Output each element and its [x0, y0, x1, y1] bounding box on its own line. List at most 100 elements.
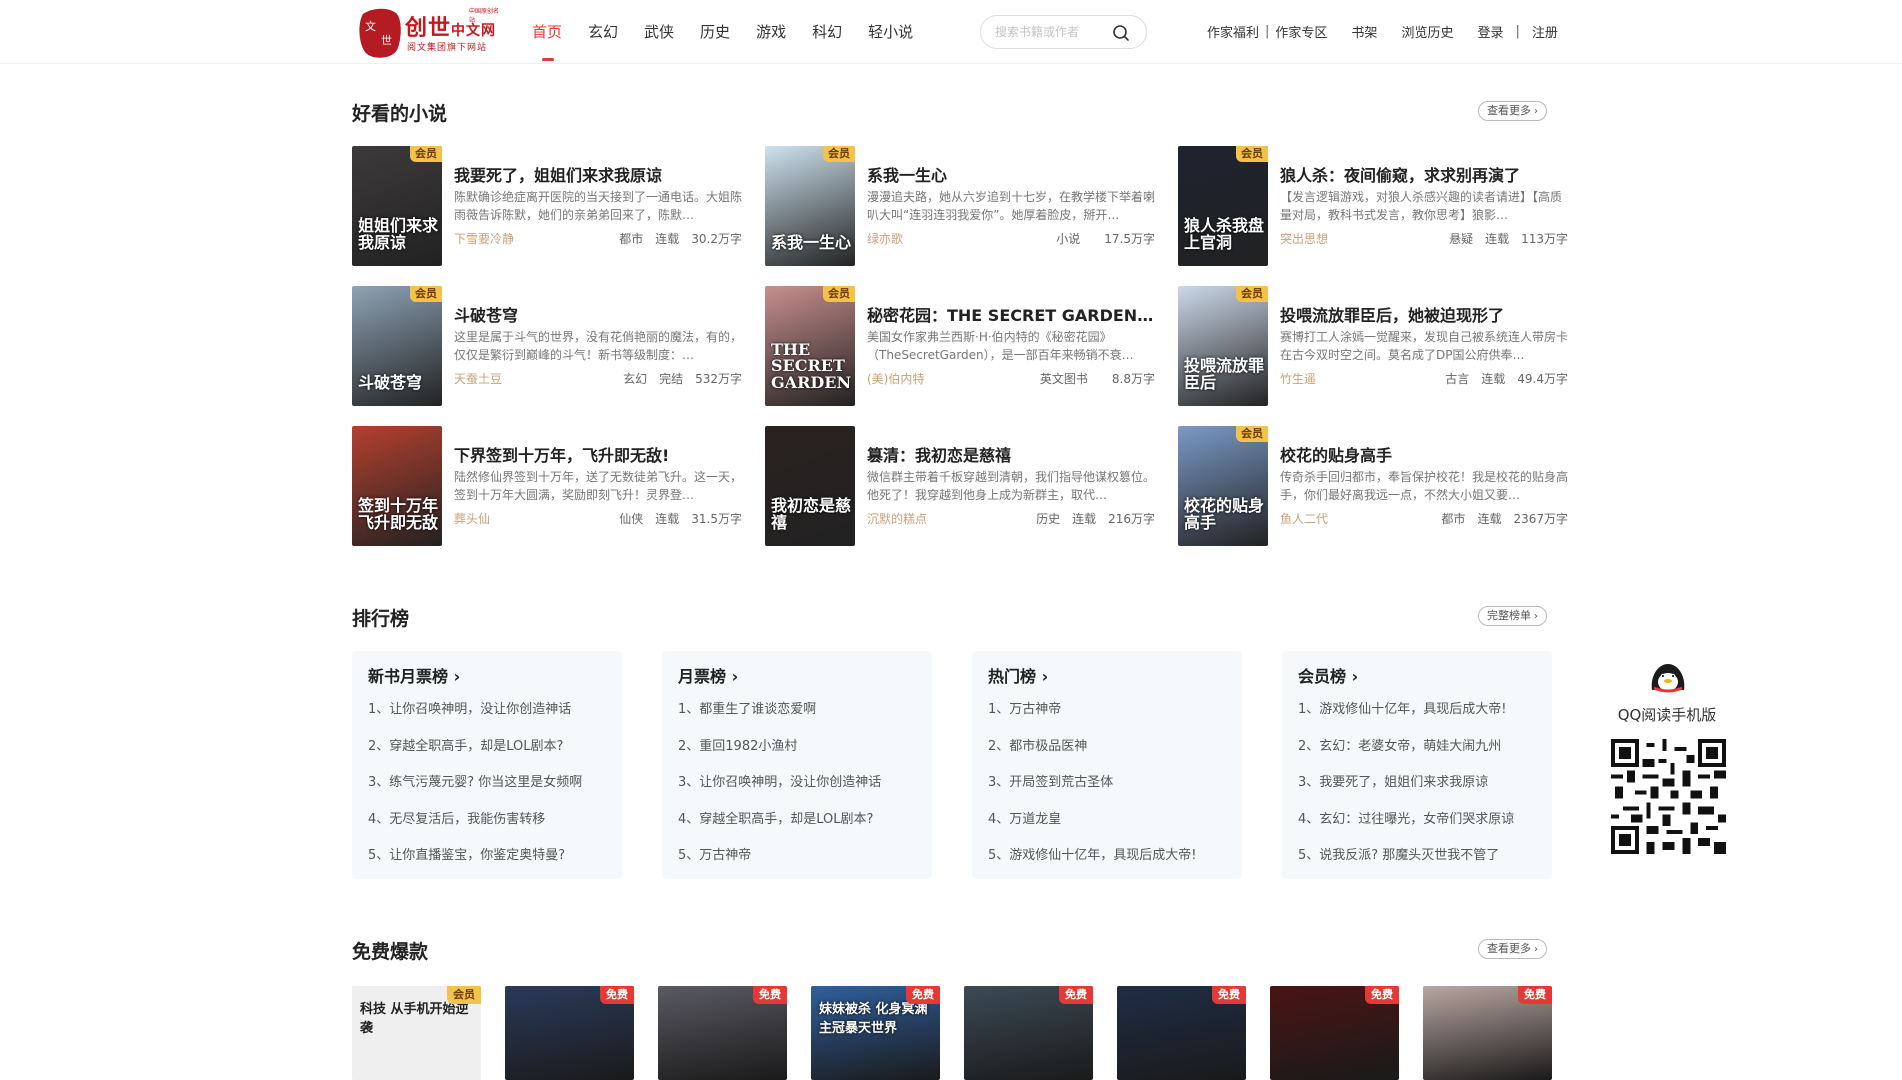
site-header: 文 世 创世中文网 中国原创名站 阅文集团旗下网站 首页 玄幻 武侠 历史 游戏… [0, 0, 1902, 64]
rank-item[interactable]: 1、游戏修仙十亿年，具现后成大帝! [1298, 700, 1543, 737]
book-meta: 鱼人二代 都市 连载 2367万字 [1280, 510, 1568, 527]
book-author[interactable]: 天蚕土豆 [454, 372, 502, 386]
book-card[interactable]: 狼人杀我盘上官洞 会员 狼人杀：夜间偷窥，求求别再演了 【发言逻辑游戏，对狼人杀感… [1178, 146, 1573, 266]
free-book-cover[interactable]: 免费 [964, 986, 1093, 1080]
rank-item[interactable]: 2、穿越全职高手，却是LOL剧本? [368, 737, 613, 774]
free-book-cover[interactable]: 免费 [1270, 986, 1399, 1080]
rank-item[interactable]: 2、重回1982小渔村 [678, 737, 923, 774]
book-genre: 仙侠 [619, 512, 644, 526]
book-author[interactable]: 下雪要冷静 [454, 232, 514, 246]
nav-light-novel[interactable]: 轻小说 [868, 20, 913, 44]
login-link[interactable]: 登录 [1477, 22, 1503, 41]
divider: | [1515, 24, 1520, 39]
search-icon[interactable] [1111, 23, 1131, 43]
book-title[interactable]: 系我一生心 [867, 162, 1157, 186]
book-meta: 葬头仙 仙侠 连载 31.5万字 [454, 510, 742, 527]
rank-item[interactable]: 5、万古神帝 [678, 846, 923, 883]
free-book-cover[interactable]: 科技 从手机开始逆袭 会员 [352, 986, 481, 1080]
rank-item[interactable]: 1、都重生了谁谈恋爱啊 [678, 700, 923, 737]
rank-item[interactable]: 2、玄幻：老婆女帝，萌娃大闹九州 [1298, 737, 1543, 774]
nav-xuanhuan[interactable]: 玄幻 [588, 20, 618, 44]
nav-game[interactable]: 游戏 [756, 20, 786, 44]
book-title[interactable]: 篡清：我初恋是慈禧 [867, 442, 1157, 466]
book-title[interactable]: 秘密花园：THE SECRET GARDEN（英文原版） [867, 302, 1157, 326]
book-genre: 小说 [1056, 232, 1081, 246]
good-novels-more-button[interactable]: 查看更多 › [1478, 101, 1547, 121]
nav-home[interactable]: 首页 [532, 20, 562, 61]
free-book-cover[interactable]: 免费 [1423, 986, 1552, 1080]
rank-item[interactable]: 3、开局签到荒古圣体 [988, 773, 1233, 810]
book-status: 连载 [1072, 512, 1097, 526]
book-author[interactable]: 绿亦歌 [867, 232, 903, 246]
rank-item[interactable]: 2、都市极品医神 [988, 737, 1233, 774]
book-author[interactable]: 鱼人二代 [1280, 512, 1328, 526]
book-author[interactable]: (美)伯内特 [867, 372, 924, 386]
rank-title[interactable]: 会员榜 › [1298, 663, 1358, 687]
book-card[interactable]: 姐姐们来求我原谅 会员 我要死了，姐姐们来求我原谅 陈默确诊绝症离开医院的当天接到… [352, 146, 747, 266]
book-author[interactable]: 沉默的糕点 [867, 512, 927, 526]
author-zone-link[interactable]: 作家专区 [1275, 22, 1327, 41]
site-logo[interactable]: 文 世 创世中文网 中国原创名站 阅文集团旗下网站 [357, 2, 503, 62]
book-cover[interactable]: THE SECRET GARDEN 会员 [765, 286, 855, 406]
nav-history[interactable]: 历史 [700, 20, 730, 44]
book-status: 连载 [1485, 232, 1510, 246]
book-author[interactable]: 葬头仙 [454, 512, 490, 526]
book-card[interactable]: 我初恋是慈禧 篡清：我初恋是慈禧 微信群主带着千板穿越到清朝，我们指导他谋权篡位… [765, 426, 1160, 546]
book-cover[interactable]: 签到十万年飞升即无敌 [352, 426, 442, 546]
book-card[interactable]: 签到十万年飞升即无敌 下界签到十万年，飞升即无敌! 陆然修仙界签到十万年，送了无… [352, 426, 747, 546]
book-card[interactable]: 系我一生心 会员 系我一生心 漫漫追夫路，她从六岁追到十七岁，在教学楼下举着喇叭大… [765, 146, 1160, 266]
author-welfare-link[interactable]: 作家福利 [1207, 22, 1259, 41]
book-cover[interactable]: 姐姐们来求我原谅 会员 [352, 146, 442, 266]
book-cover[interactable]: 我初恋是慈禧 [765, 426, 855, 546]
nav-scifi[interactable]: 科幻 [812, 20, 842, 44]
bookshelf-link[interactable]: 书架 [1351, 22, 1377, 41]
rank-item[interactable]: 4、无尽复活后，我能伤害转移 [368, 810, 613, 847]
chevron-right-icon: › [1534, 611, 1538, 622]
book-desc: 【发言逻辑游戏，对狼人杀感兴趣的读者请进】【高质量对局，教科书式发言，教你思考】… [1280, 190, 1563, 222]
rank-item[interactable]: 3、练气污蔑元婴? 你当这里是女频啊 [368, 773, 613, 810]
book-words: 2367万字 [1513, 512, 1568, 526]
rank-item[interactable]: 1、万古神帝 [988, 700, 1233, 737]
search-input[interactable] [995, 23, 1107, 41]
rank-item[interactable]: 5、游戏修仙十亿年，具现后成大帝! [988, 846, 1233, 883]
book-card[interactable]: 校花的贴身高手 会员 校花的贴身高手 传奇杀手回归都市，奉旨保护校花！我是校花的贴… [1178, 426, 1573, 546]
free-book-cover[interactable]: 免费 [1117, 986, 1246, 1080]
book-cover[interactable]: 斗破苍穹 会员 [352, 286, 442, 406]
book-title[interactable]: 校花的贴身高手 [1280, 442, 1570, 466]
book-cover[interactable]: 校花的贴身高手 会员 [1178, 426, 1268, 546]
rank-item[interactable]: 5、说我反派? 那魔头灭世我不管了 [1298, 846, 1543, 883]
book-cover[interactable]: 系我一生心 会员 [765, 146, 855, 266]
free-hits-more-button[interactable]: 查看更多 › [1478, 939, 1547, 959]
book-title[interactable]: 斗破苍穹 [454, 302, 744, 326]
rank-item[interactable]: 4、玄幻：过往曝光，女帝们哭求原谅 [1298, 810, 1543, 847]
book-author[interactable]: 突出思想 [1280, 232, 1328, 246]
book-cover[interactable]: 投喂流放罪臣后 会员 [1178, 286, 1268, 406]
free-book-cover[interactable]: 免费 [505, 986, 634, 1080]
free-book-cover[interactable]: 免费 [658, 986, 787, 1080]
book-card[interactable]: 斗破苍穹 会员 斗破苍穹 这里是属于斗气的世界，没有花俏艳丽的魔法，有的，仅仅是繁… [352, 286, 747, 406]
section-title-free-hits: 免费爆款 [352, 941, 429, 963]
rank-item[interactable]: 4、万道龙皇 [988, 810, 1233, 847]
rank-item[interactable]: 1、让你召唤神明，没让你创造神话 [368, 700, 613, 737]
free-book-cover[interactable]: 妹妹被杀 化身冥渊主冠暴天世界 免费 [811, 986, 940, 1080]
book-cover[interactable]: 狼人杀我盘上官洞 会员 [1178, 146, 1268, 266]
nav-wuxia[interactable]: 武侠 [644, 20, 674, 44]
rank-item[interactable]: 4、穿越全职高手，却是LOL剧本? [678, 810, 923, 847]
rank-title[interactable]: 新书月票榜 › [368, 663, 460, 687]
book-title[interactable]: 投喂流放罪臣后，她被迫现形了 [1280, 302, 1570, 326]
book-title[interactable]: 狼人杀：夜间偷窥，求求别再演了 [1280, 162, 1570, 186]
book-title[interactable]: 我要死了，姐姐们来求我原谅 [454, 162, 744, 186]
history-link[interactable]: 浏览历史 [1401, 22, 1453, 41]
rank-title[interactable]: 月票榜 › [678, 663, 738, 687]
rank-item[interactable]: 3、让你召唤神明，没让你创造神话 [678, 773, 923, 810]
book-author[interactable]: 竹生遥 [1280, 372, 1316, 386]
rank-item[interactable]: 3、我要死了，姐姐们来求我原谅 [1298, 773, 1543, 810]
rank-item[interactable]: 5、让你直播鉴宝，你鉴定奥特曼? [368, 846, 613, 883]
book-title[interactable]: 下界签到十万年，飞升即无敌! [454, 442, 744, 466]
book-card[interactable]: THE SECRET GARDEN 会员 秘密花园：THE SECRET GARD… [765, 286, 1160, 406]
book-card[interactable]: 投喂流放罪臣后 会员 投喂流放罪臣后，她被迫现形了 赛博打工人涂嫣一觉醒来，发现自… [1178, 286, 1573, 406]
register-link[interactable]: 注册 [1532, 22, 1558, 41]
chevron-right-icon: › [1534, 106, 1538, 117]
full-rankings-button[interactable]: 完整榜单 › [1478, 606, 1547, 626]
rank-title[interactable]: 热门榜 › [988, 663, 1048, 687]
